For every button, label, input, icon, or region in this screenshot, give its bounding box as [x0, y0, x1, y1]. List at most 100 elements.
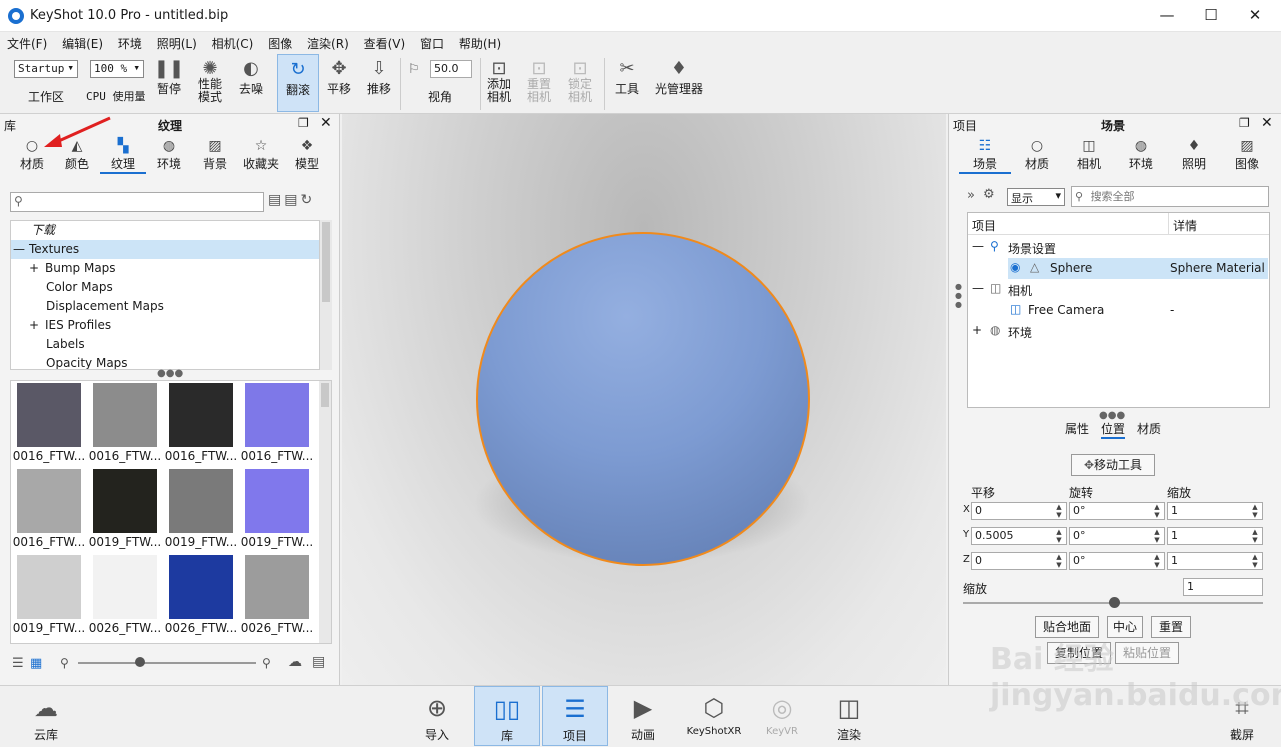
- spinner-icon[interactable]: ▲ ▼: [1150, 503, 1164, 519]
- list-view-icon[interactable]: ☰: [12, 656, 24, 671]
- menu-render[interactable]: 渲染(R): [300, 32, 353, 52]
- close-panel-icon[interactable]: ✕: [1261, 115, 1273, 131]
- tree-item[interactable]: 下载: [11, 221, 319, 240]
- display-filter-select[interactable]: 显示: [1007, 188, 1065, 206]
- menu-environment[interactable]: 环境: [111, 32, 146, 52]
- side-handle-icon[interactable]: ● ● ●: [955, 282, 962, 309]
- grid-scrollbar[interactable]: [319, 381, 331, 643]
- texture-thumbnail[interactable]: 0016_FTW...: [87, 381, 163, 467]
- menu-camera[interactable]: 相机(C): [205, 32, 258, 52]
- tab-environment[interactable]: ◍ 环境: [1115, 138, 1167, 174]
- pause-button[interactable]: ❚❚ 暂停: [152, 54, 186, 112]
- light-manager-button[interactable]: ♦ 光管理器: [652, 54, 706, 112]
- cpu-usage-select[interactable]: 100 %: [90, 60, 144, 78]
- dolly-button[interactable]: ⇩ 推移: [362, 54, 396, 112]
- denoise-button[interactable]: ◐ 去噪: [234, 54, 268, 112]
- subtab-properties[interactable]: 属性: [1065, 420, 1089, 439]
- spinner-icon[interactable]: ▲ ▼: [1052, 503, 1066, 519]
- scene-row-free-camera[interactable]: ◫ Free Camera -: [1008, 300, 1268, 320]
- menu-lighting[interactable]: 照明(L): [150, 32, 201, 52]
- spinner-icon[interactable]: ▲ ▼: [1150, 528, 1164, 544]
- tab-image[interactable]: ▨ 图像: [1221, 138, 1273, 174]
- transform-r-input[interactable]: 0° ▲ ▼: [1069, 502, 1165, 520]
- menu-image[interactable]: 图像: [261, 32, 296, 52]
- project-toggle-button[interactable]: ☰ 项目: [542, 686, 608, 746]
- menu-view[interactable]: 查看(V): [357, 32, 410, 52]
- float-panel-icon[interactable]: ❐: [298, 116, 309, 130]
- transform-r-input[interactable]: 0° ▲ ▼: [1069, 552, 1165, 570]
- transform-s-input[interactable]: 1 ▲ ▼: [1167, 502, 1263, 520]
- spinner-icon[interactable]: ▲ ▼: [1248, 553, 1262, 569]
- spinner-icon[interactable]: ▲ ▼: [1052, 528, 1066, 544]
- texture-thumbnail[interactable]: 0019_FTW...: [11, 553, 87, 639]
- texture-thumbnail[interactable]: 0026_FTW...: [163, 553, 239, 639]
- texture-thumbnail[interactable]: 0019_FTW...: [163, 467, 239, 553]
- import-button[interactable]: ⊕ 导入: [414, 686, 460, 746]
- texture-thumbnail[interactable]: 0016_FTW...: [239, 381, 315, 467]
- spinner-icon[interactable]: ▲ ▼: [1150, 553, 1164, 569]
- tree-item[interactable]: + Bump Maps: [11, 259, 319, 278]
- scene-row-settings[interactable]: — ⚲ 场景设置: [968, 237, 1269, 257]
- maximize-button[interactable]: ☐: [1196, 4, 1226, 26]
- scene-row-sphere[interactable]: ◉ △ Sphere Sphere Material: [1008, 258, 1268, 279]
- minimize-button[interactable]: —: [1152, 4, 1182, 26]
- workspace-select[interactable]: Startup: [14, 60, 78, 78]
- slider-thumb[interactable]: [135, 657, 145, 667]
- spinner-icon[interactable]: ▲ ▼: [1248, 528, 1262, 544]
- cloud-library-button[interactable]: ☁ 云库: [22, 686, 70, 746]
- texture-thumbnail[interactable]: 0026_FTW...: [87, 553, 163, 639]
- tab-favorites[interactable]: ☆ 收藏夹: [238, 138, 284, 174]
- thumbnail-size-slider[interactable]: [78, 662, 256, 664]
- tab-environments[interactable]: ◍ 环境: [146, 138, 192, 174]
- close-panel-icon[interactable]: ✕: [320, 115, 332, 131]
- lock-camera-button[interactable]: ⊡ 锁定 相机: [565, 54, 595, 112]
- menu-file[interactable]: 文件(F): [0, 32, 51, 52]
- fov-input[interactable]: 50.0: [430, 60, 472, 78]
- menu-edit[interactable]: 编辑(E): [55, 32, 107, 52]
- menu-window[interactable]: 窗口: [413, 32, 448, 52]
- render-button[interactable]: ◫ 渲染: [826, 686, 872, 746]
- float-panel-icon[interactable]: ❐: [1239, 116, 1250, 130]
- slider-thumb[interactable]: [1109, 597, 1120, 608]
- render-viewport[interactable]: [342, 114, 946, 685]
- tree-item[interactable]: Color Maps: [11, 278, 319, 297]
- tab-scene[interactable]: ☷ 场景: [959, 138, 1011, 174]
- tree-scrollbar[interactable]: [320, 220, 332, 370]
- menu-help[interactable]: 帮助(H): [452, 32, 505, 52]
- visibility-eye-icon[interactable]: ◉: [1010, 260, 1020, 274]
- texture-thumbnail[interactable]: 0016_FTW...: [163, 381, 239, 467]
- tree-item[interactable]: Labels: [11, 335, 319, 354]
- texture-thumbnail[interactable]: 0019_FTW...: [239, 467, 315, 553]
- grid-view-icon[interactable]: ▦: [30, 656, 42, 671]
- tumble-button[interactable]: ↻ 翻滚: [277, 54, 319, 112]
- spinner-icon[interactable]: ▲ ▼: [1248, 503, 1262, 519]
- texture-thumbnail[interactable]: 0016_FTW...: [11, 381, 87, 467]
- tree-item-textures[interactable]: — Textures: [11, 240, 319, 259]
- tab-lighting[interactable]: ♦ 照明: [1167, 138, 1221, 174]
- upload-cloud-icon[interactable]: ☁: [288, 654, 302, 670]
- tree-item[interactable]: Displacement Maps: [11, 297, 319, 316]
- performance-mode-button[interactable]: ✺ 性能 模式: [192, 54, 228, 112]
- transform-t-input[interactable]: 0 ▲ ▼: [971, 502, 1067, 520]
- tab-camera[interactable]: ◫ 相机: [1063, 138, 1115, 174]
- spinner-icon[interactable]: ▲ ▼: [1052, 553, 1066, 569]
- texture-thumbnail[interactable]: 0016_FTW...: [11, 467, 87, 553]
- transform-t-input[interactable]: 0 ▲ ▼: [971, 552, 1067, 570]
- tab-backplates[interactable]: ▨ 背景: [192, 138, 238, 174]
- texture-thumbnail[interactable]: 0026_FTW...: [239, 553, 315, 639]
- sphere-object[interactable]: [476, 232, 810, 566]
- library-toggle-button[interactable]: ▯▯ 库: [474, 686, 540, 746]
- tools-button[interactable]: ✂ 工具: [610, 54, 644, 112]
- folder-icon[interactable]: ▤: [312, 654, 325, 670]
- transform-s-input[interactable]: 1 ▲ ▼: [1167, 527, 1263, 545]
- keyvr-button[interactable]: ◎ KeyVR: [760, 686, 804, 746]
- library-search-input[interactable]: ⚲: [10, 192, 264, 212]
- add-camera-button[interactable]: ⊡ 添加 相机: [484, 54, 514, 112]
- tree-item[interactable]: + IES Profiles: [11, 316, 319, 335]
- scene-row-camera[interactable]: — ◫ 相机: [968, 279, 1269, 299]
- keyshotxr-button[interactable]: ⬡ KeyShotXR: [682, 686, 746, 746]
- subtab-material[interactable]: 材质: [1137, 420, 1161, 439]
- library-folder-actions[interactable]: ▤▤↻: [268, 192, 315, 208]
- transform-r-input[interactable]: 0° ▲ ▼: [1069, 527, 1165, 545]
- close-button[interactable]: ✕: [1240, 4, 1270, 26]
